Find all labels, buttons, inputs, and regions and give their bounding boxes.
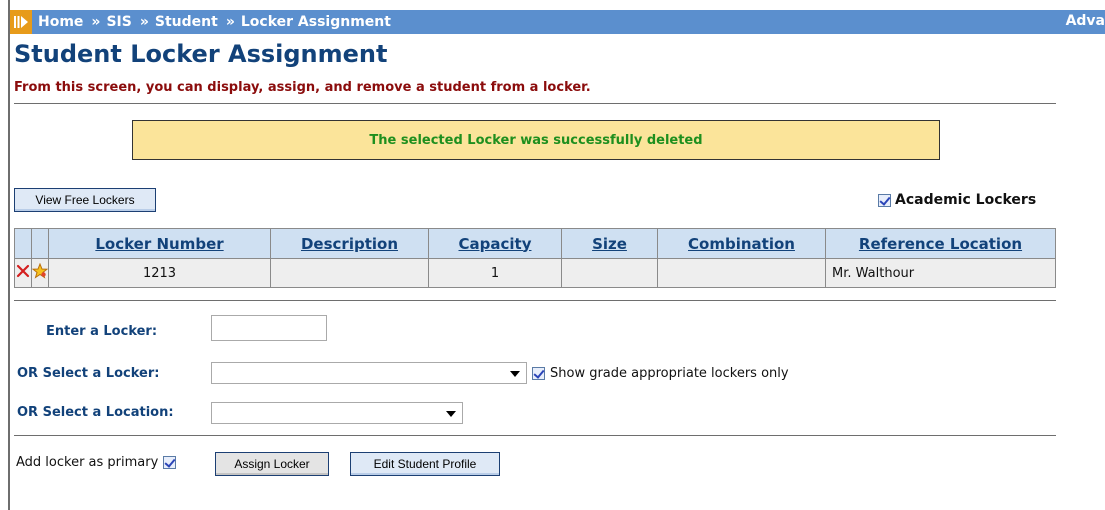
column-header-combination[interactable]: Combination (657, 228, 826, 259)
academic-lockers-checkbox[interactable] (878, 193, 891, 207)
page-title: Student Locker Assignment (14, 40, 388, 68)
column-header-locker-number[interactable]: Locker Number (48, 228, 271, 259)
select-location-label: OR Select a Location: (17, 405, 174, 420)
academic-lockers-label: Academic Lockers (895, 192, 1037, 208)
breadcrumb-sis[interactable]: SIS (106, 14, 131, 30)
divider (14, 300, 1056, 301)
academic-lockers-toggle[interactable]: Academic Lockers (878, 192, 1036, 208)
column-header-size[interactable]: Size (561, 228, 658, 259)
breadcrumb-student[interactable]: Student (155, 14, 218, 30)
table-row: 1213 1 Mr. Walthour (14, 258, 1056, 288)
cell-description (270, 258, 429, 288)
add-primary-label: Add locker as primary (16, 455, 159, 470)
add-primary-checkbox[interactable] (163, 456, 177, 469)
delete-icon[interactable] (14, 258, 32, 288)
cell-combination (657, 258, 826, 288)
status-message-text: The selected Locker was successfully del… (369, 132, 703, 148)
column-header-description[interactable]: Description (270, 228, 429, 259)
divider (14, 103, 1056, 104)
breadcrumb-separator: » (225, 14, 235, 30)
breadcrumb-separator: » (91, 14, 101, 30)
status-message: The selected Locker was successfully del… (132, 120, 940, 160)
advanced-link[interactable]: Adva (1066, 13, 1105, 29)
breadcrumb-home[interactable]: Home (38, 14, 83, 30)
grade-appropriate-toggle[interactable]: Show grade appropriate lockers only (532, 366, 789, 381)
breadcrumb-locker-assignment[interactable]: Locker Assignment (241, 14, 391, 30)
column-header-capacity[interactable]: Capacity (428, 228, 562, 259)
chevron-down-icon (510, 371, 520, 377)
cell-locker-number: 1213 (48, 258, 271, 288)
grade-appropriate-checkbox[interactable] (532, 367, 545, 380)
divider (14, 435, 1056, 436)
enter-locker-label: Enter a Locker: (46, 324, 158, 339)
app-logo-icon[interactable] (10, 10, 32, 34)
locker-table: Locker Number Description Capacity Size … (14, 228, 1056, 288)
grade-appropriate-label: Show grade appropriate lockers only (550, 366, 789, 381)
cell-capacity: 1 (428, 258, 562, 288)
enter-locker-input[interactable] (211, 315, 327, 341)
page-subtitle: From this screen, you can display, assig… (14, 80, 591, 95)
assign-locker-button[interactable]: Assign Locker (215, 452, 329, 476)
cell-reference-location: Mr. Walthour (825, 258, 1056, 288)
chevron-down-icon (446, 411, 456, 417)
table-header-blank (31, 228, 49, 259)
column-header-reference-location[interactable]: Reference Location (825, 228, 1056, 259)
primary-star-icon[interactable] (31, 258, 49, 288)
add-primary-toggle[interactable]: Add locker as primary (16, 455, 177, 470)
cell-size (561, 258, 658, 288)
table-header-row: Locker Number Description Capacity Size … (14, 228, 1056, 259)
breadcrumb-separator: » (139, 14, 149, 30)
select-locker-label: OR Select a Locker: (17, 366, 160, 381)
select-locker-dropdown[interactable] (211, 362, 527, 384)
view-free-lockers-button[interactable]: View Free Lockers (14, 188, 156, 212)
table-header-blank (14, 228, 32, 259)
window-left-border (8, 0, 10, 510)
breadcrumb: Home » SIS » Student » Locker Assignment… (10, 10, 1105, 34)
select-location-dropdown[interactable] (211, 402, 463, 424)
edit-student-profile-button[interactable]: Edit Student Profile (350, 452, 500, 476)
